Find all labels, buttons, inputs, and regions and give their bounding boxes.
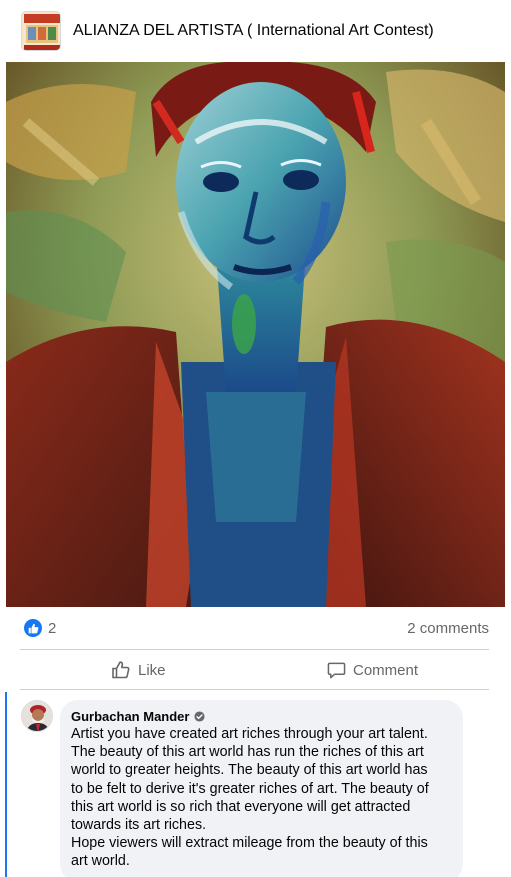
comment-line: this art world is so rich that everyone … xyxy=(71,798,411,815)
comment-bubble: Gurbachan Mander Artist you have created… xyxy=(60,700,463,877)
like-reaction-icon[interactable] xyxy=(24,619,42,637)
comment-author[interactable]: Gurbachan Mander xyxy=(71,709,189,724)
post-image[interactable] xyxy=(6,62,505,607)
verified-badge-icon xyxy=(194,711,206,722)
comment-button[interactable]: Comment xyxy=(327,655,418,685)
like-outline-icon xyxy=(112,661,130,679)
post-header: ALIANZA DEL ARTISTA ( International Art … xyxy=(0,0,511,62)
reactions-bar: 2 2 comments xyxy=(0,607,511,649)
divider xyxy=(20,649,489,650)
comment-text: Artist you have created art riches throu… xyxy=(71,725,451,871)
like-label: Like xyxy=(138,661,166,679)
group-title[interactable]: ALIANZA DEL ARTISTA ( International Art … xyxy=(73,22,434,40)
avatar[interactable] xyxy=(21,700,53,732)
group-avatar[interactable] xyxy=(21,11,61,51)
portrait-painting xyxy=(6,62,505,607)
group-logo-icon xyxy=(22,12,60,50)
like-button[interactable]: Like xyxy=(111,655,166,685)
thread-indicator xyxy=(5,692,7,877)
comment-line: The beauty of this art world has run the… xyxy=(71,744,424,761)
divider xyxy=(20,689,489,690)
comment-line: world to greater heights. The beauty of … xyxy=(71,762,428,779)
comment-icon xyxy=(327,662,346,678)
person-avatar-icon xyxy=(22,701,52,731)
comment: Gurbachan Mander Artist you have created… xyxy=(0,692,511,877)
thumbs-up-icon xyxy=(28,623,38,633)
comment-line: Artist you have created art riches throu… xyxy=(71,726,428,742)
comment-label: Comment xyxy=(353,661,419,679)
comment-line: towards its art riches. xyxy=(71,817,207,834)
comment-count[interactable]: 2 comments xyxy=(407,620,489,637)
comment-line: art world. xyxy=(71,853,130,870)
reaction-count[interactable]: 2 xyxy=(48,620,56,637)
comment-line: Hope viewers will extract mileage from t… xyxy=(71,835,428,852)
comment-line: to be felt to derive it's greater riches… xyxy=(71,780,429,797)
